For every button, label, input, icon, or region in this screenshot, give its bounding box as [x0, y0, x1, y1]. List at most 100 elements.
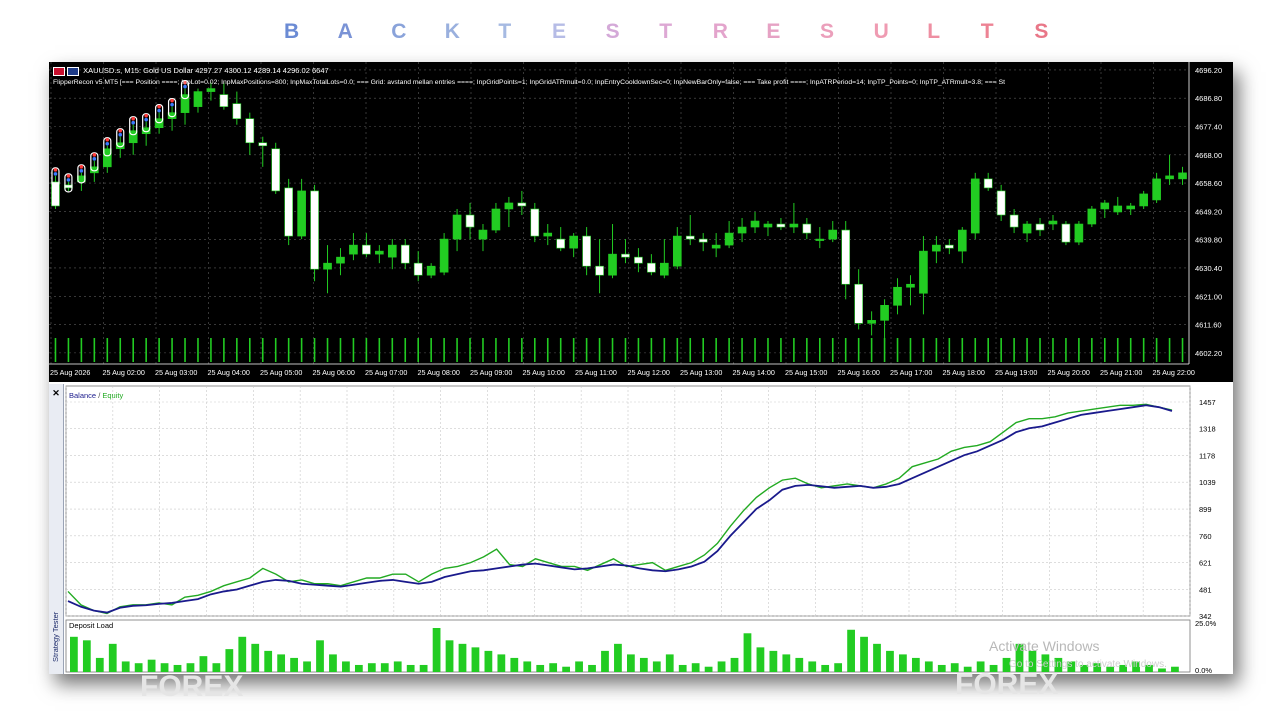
time-axis-label: 25 Aug 18:00 — [943, 368, 985, 377]
candle-bearish — [245, 118, 255, 144]
deposit-load-bar — [691, 663, 700, 672]
candle-bearish — [465, 214, 475, 228]
equity-axis-label: 899 — [1199, 505, 1212, 514]
time-axis-label: 25 Aug 10:00 — [523, 368, 565, 377]
deposit-load-bar — [406, 664, 415, 672]
candle-bullish — [932, 244, 941, 252]
candle-bullish — [867, 320, 876, 324]
candle-bearish — [854, 283, 863, 324]
candle-bullish — [1087, 208, 1097, 225]
candle-bearish — [634, 256, 643, 264]
deposit-load-bar — [238, 636, 247, 672]
close-icon[interactable]: ✕ — [51, 388, 61, 398]
candle-bullish — [906, 283, 915, 288]
price-axis-label: 4649.20 — [1195, 207, 1222, 216]
trade-marker-dot — [157, 108, 161, 113]
price-axis-label: 4602.20 — [1195, 349, 1222, 358]
deposit-load-bar — [743, 633, 752, 672]
equity-axis-label: 1039 — [1199, 478, 1216, 487]
candle-bullish — [504, 202, 514, 210]
candle-bearish — [983, 178, 993, 189]
candlestick-chart: 4696.20 4686.80 4677.40 4668.00 4658.60 4649.… — [49, 62, 1222, 377]
candle-bullish — [375, 250, 384, 255]
title-letter: A — [337, 20, 353, 43]
tester-side-strip: ✕ Strategy Tester — [49, 384, 64, 674]
trade-marker-dot — [92, 153, 97, 157]
candle-bullish — [1100, 202, 1110, 210]
title-letter: T — [659, 20, 673, 43]
equity-axis-label: 1178 — [1199, 452, 1215, 461]
candle-bearish — [1009, 214, 1019, 228]
equity-axis-label: 760 — [1199, 532, 1212, 541]
deposit-load-bar — [484, 650, 493, 672]
candle-bullish — [789, 223, 799, 228]
price-axis-label: 4630.40 — [1195, 264, 1222, 273]
time-axis-label: 25 Aug 16:00 — [838, 368, 880, 377]
candle-bearish — [595, 265, 604, 276]
candle-bearish — [362, 244, 371, 255]
deposit-load-bar — [380, 663, 389, 672]
deposit-load-bar — [937, 664, 946, 672]
title-letter: U — [873, 20, 889, 43]
title-letter: E — [552, 20, 567, 43]
candle-bullish — [349, 244, 358, 255]
price-axis-label: 4677.40 — [1195, 123, 1222, 132]
candle-bearish — [271, 148, 281, 192]
deposit-load-bar — [329, 654, 337, 672]
deposit-load-bar — [717, 661, 726, 672]
candle-bearish — [232, 103, 242, 119]
strategy-tester-tab[interactable]: Strategy Tester — [51, 612, 63, 662]
trade-marker-dot — [118, 132, 123, 137]
candle-bullish — [1178, 172, 1187, 180]
deposit-load-bar — [277, 654, 286, 672]
candle-bullish — [491, 208, 501, 231]
chart-legend: Balance / Equity — [69, 391, 123, 400]
time-axis-label: 25 Aug 03:00 — [155, 368, 197, 377]
deposit-load-bar — [70, 636, 78, 672]
candle-bullish — [957, 229, 967, 252]
deposit-load-bar — [497, 654, 506, 672]
candle-bullish — [387, 244, 397, 258]
symbol-line: XAUUSD.s, M15: Gold US Dollar 4297.27 43… — [83, 66, 329, 75]
time-axis-label: 25 Aug 07:00 — [365, 368, 407, 377]
deposit-axis-max: 25.0% — [1195, 619, 1217, 628]
ghost-watermark-right: FOREX — [955, 668, 1059, 701]
trade-marker-dot — [92, 157, 97, 161]
deposit-load-bar — [264, 650, 273, 672]
candle-bearish — [996, 190, 1006, 216]
deposit-load-bar — [303, 661, 311, 672]
deposit-load-bar — [108, 643, 117, 672]
candle-bearish — [647, 262, 656, 273]
candle-bullish — [672, 235, 682, 267]
time-axis-label: 25 Aug 2026 — [50, 368, 90, 377]
legend-equity: Equity — [102, 391, 124, 400]
time-axis-label: 25 Aug 06:00 — [313, 368, 355, 377]
deposit-load-bar — [614, 643, 622, 672]
trade-marker-dot — [170, 98, 174, 103]
equity-axis-label: 621 — [1199, 558, 1212, 567]
time-axis-label: 25 Aug 08:00 — [418, 368, 460, 377]
price-chart[interactable]: 4696.20 4686.80 4677.40 4668.00 4658.60 4649.… — [49, 62, 1233, 382]
title-letter: T — [498, 20, 512, 43]
candle-bullish — [970, 178, 980, 234]
deposit-load-bar — [730, 657, 739, 672]
trade-marker-dot — [105, 141, 110, 146]
title-letter: B — [284, 20, 300, 43]
deposit-load-bar — [924, 661, 933, 672]
candle-bullish — [724, 232, 734, 246]
time-axis-label: 25 Aug 19:00 — [995, 368, 1037, 377]
candle-bearish — [802, 223, 812, 234]
candle-bullish — [815, 238, 825, 241]
ghost-watermark-left: FOREX — [140, 670, 244, 703]
candle-bullish — [919, 250, 928, 294]
deposit-load-bar — [601, 650, 609, 672]
deposit-load-bar — [847, 629, 855, 672]
deposit-load-bar — [536, 664, 545, 672]
price-axis-label: 4668.00 — [1195, 151, 1222, 160]
trade-marker-dot — [66, 174, 71, 178]
price-axis-label: 4621.00 — [1195, 292, 1222, 301]
deposit-load-bar — [251, 643, 260, 672]
deposit-load-bar — [342, 661, 350, 672]
deposit-load-bar — [769, 650, 778, 672]
deposit-load-bar — [393, 661, 402, 672]
